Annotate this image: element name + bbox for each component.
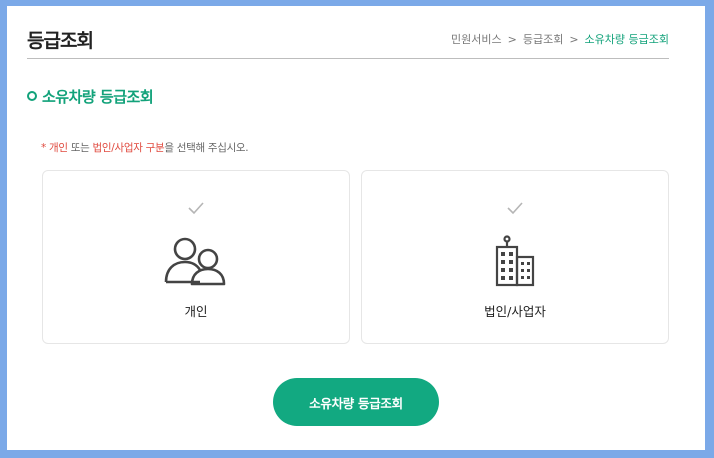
breadcrumb-separator: > (569, 33, 579, 46)
ring-bullet-icon (27, 91, 37, 101)
people-icon (164, 237, 226, 286)
option-card-corporate[interactable]: 법인/사업자 (361, 170, 669, 344)
page-header: 등급조회 민원서비스 > 등급조회 > 소유차량 등급조회 (27, 24, 669, 59)
grade-inquiry-button[interactable]: 소유차량 등급조회 (273, 378, 439, 426)
section-title-text: 소유차량 등급조회 (42, 87, 154, 106)
section-title: 소유차량 등급조회 (27, 86, 154, 106)
page-title: 등급조회 (27, 30, 94, 52)
option-card-personal[interactable]: 개인 (42, 170, 350, 344)
option-label-corporate: 법인/사업자 (484, 304, 546, 319)
notice-or: 또는 (67, 142, 93, 154)
notice-corporate: 법인/사업자 구분 (92, 142, 165, 154)
check-icon (188, 202, 204, 215)
main-panel: 등급조회 민원서비스 > 등급조회 > 소유차량 등급조회 소유차량 등급조회 * 개인… (7, 6, 705, 450)
option-label-personal: 개인 (184, 304, 208, 319)
building-icon (495, 235, 535, 287)
breadcrumb-item-civil-service[interactable]: 민원서비스 (451, 31, 502, 47)
breadcrumb-item-current: 소유차량 등급조회 (584, 33, 669, 46)
breadcrumb-item-grade-inquiry[interactable]: 등급조회 (523, 31, 563, 47)
breadcrumb: 민원서비스 > 등급조회 > 소유차량 등급조회 (451, 31, 669, 47)
breadcrumb-separator: > (507, 33, 517, 46)
notice-star: * (41, 142, 46, 154)
check-icon (507, 202, 523, 215)
notice-personal: 개인 (49, 142, 68, 154)
notice-rest: 을 선택해 주십시오. (164, 142, 249, 154)
selection-notice: * 개인 또는 법인/사업자 구분을 선택해 주십시오. (41, 140, 249, 155)
